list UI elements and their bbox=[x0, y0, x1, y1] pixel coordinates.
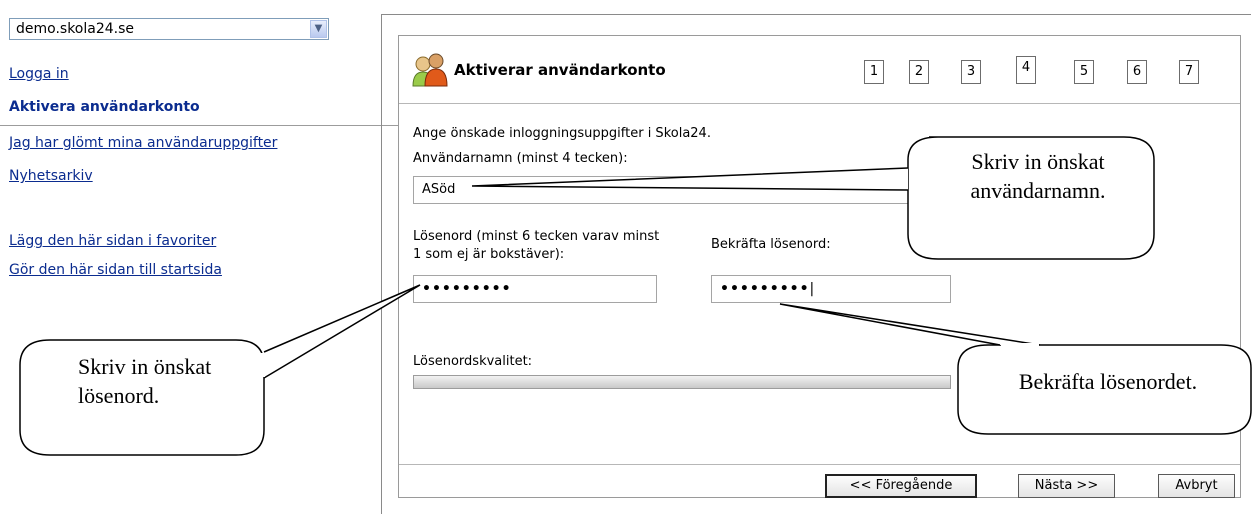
password-callout-line1: Skriv in önskat bbox=[78, 354, 212, 379]
username-callout-line1: Skriv in önskat bbox=[971, 149, 1105, 174]
password-callout-text: Skriv in önskat lösenord. bbox=[78, 352, 258, 410]
password-callout-pointer bbox=[263, 284, 421, 379]
username-callout-pointer bbox=[471, 167, 909, 191]
confirm-callout-text: Bekräfta lösenordet. bbox=[1018, 369, 1198, 394]
password-callout-line2: lösenord. bbox=[78, 383, 160, 408]
username-callout-line2: användarnamn. bbox=[970, 178, 1106, 203]
callouts-layer bbox=[19, 136, 1252, 456]
username-callout-text: Skriv in önskat användarnamn. bbox=[931, 147, 1145, 205]
confirm-callout-pointer bbox=[779, 303, 1041, 346]
